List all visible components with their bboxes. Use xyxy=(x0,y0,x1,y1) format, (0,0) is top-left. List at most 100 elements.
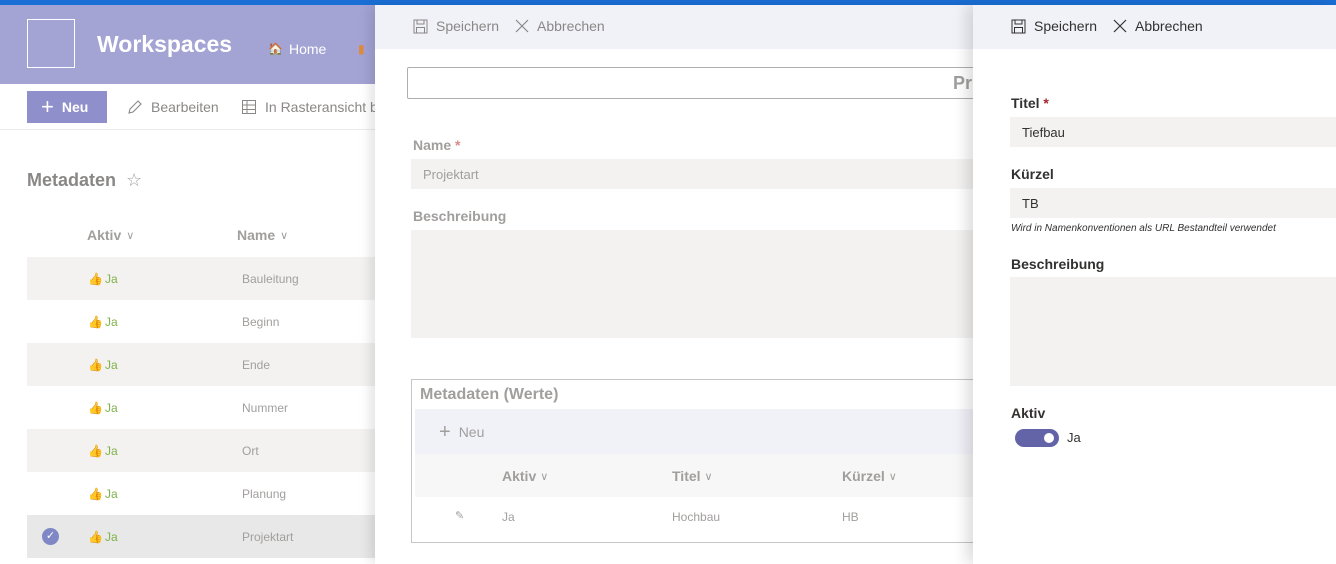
edit-button[interactable]: Bearbeiten xyxy=(127,99,219,115)
column-header-titel[interactable]: Titel ∨ xyxy=(672,468,713,484)
name-cell[interactable]: Ort xyxy=(242,444,259,458)
active-cell: 👍 Ja xyxy=(88,530,118,544)
list-row-selected[interactable]: ✓ 👍 Ja Projektart xyxy=(27,515,375,558)
active-cell: 👍 Ja xyxy=(88,315,118,329)
active-value: Ja xyxy=(104,444,118,458)
site-logo[interactable] xyxy=(27,19,75,68)
metadata-new-button[interactable]: + Neu xyxy=(439,422,484,442)
name-input[interactable]: Projektart xyxy=(411,159,973,189)
aktiv-field-label: Aktiv xyxy=(1011,405,1046,421)
name-cell[interactable]: Planung xyxy=(242,487,286,501)
list-row[interactable]: 👍 Ja Beginn xyxy=(27,300,375,343)
checkmark-icon[interactable]: ✓ xyxy=(42,528,59,545)
chevron-down-icon: ∨ xyxy=(888,470,897,483)
list-title-text: Metadaten xyxy=(27,170,117,190)
name-cell[interactable]: Projektart xyxy=(242,530,293,544)
name-cell[interactable]: Nummer xyxy=(242,401,288,415)
list-command-bar: + Neu Bearbeiten In Rasteransicht b xyxy=(0,84,378,130)
chevron-down-icon: ∨ xyxy=(126,229,135,242)
metadata-new-label: Neu xyxy=(458,424,485,440)
table-row[interactable]: ✎ Ja Hochbau HB xyxy=(415,497,982,537)
active-value: Ja xyxy=(104,530,118,544)
column-header-aktiv[interactable]: Aktiv ∨ xyxy=(502,468,548,484)
metadata-command-bar: + Neu xyxy=(415,409,982,454)
kuerzel-hint: Wird in Namenkonventionen als URL Bestan… xyxy=(1011,223,1276,234)
description-input[interactable] xyxy=(411,230,973,338)
nav-home-label: Home xyxy=(288,41,327,57)
site-header: Workspaces 🏠 Home ▮ xyxy=(0,5,375,84)
thumbs-up-icon: 👍 xyxy=(88,315,103,329)
active-value: Ja xyxy=(104,315,118,329)
name-cell[interactable]: Bauleitung xyxy=(242,272,299,286)
kuerzel-input[interactable]: TB xyxy=(1010,188,1336,218)
column-header-kuerzel[interactable]: Kürzel ∨ xyxy=(842,468,897,484)
list-row[interactable]: 👍 Ja Bauleitung xyxy=(27,257,375,300)
column-header-aktiv[interactable]: Aktiv ∨ xyxy=(87,227,134,243)
site-title[interactable]: Workspaces xyxy=(97,31,232,58)
new-button[interactable]: + Neu xyxy=(27,91,107,123)
active-cell: 👍 Ja xyxy=(88,444,118,458)
titel-cell: Hochbau xyxy=(672,510,721,524)
aktiv-toggle[interactable] xyxy=(1015,429,1059,447)
description-field-label: Beschreibung xyxy=(1011,256,1105,272)
kuerzel-field-label: Kürzel xyxy=(1011,166,1054,182)
cancel-button[interactable]: Abbrechen xyxy=(1113,18,1203,34)
panel-command-bar: Speichern Abbrechen xyxy=(973,5,1336,49)
thumbs-up-icon: 👍 xyxy=(88,358,103,372)
active-cell: 👍 Ja xyxy=(88,487,118,501)
list-row[interactable]: 👍 Ja Planung xyxy=(27,472,375,515)
active-value: Ja xyxy=(104,487,118,501)
active-value: Ja xyxy=(104,272,118,286)
active-value: Ja xyxy=(104,401,118,415)
cancel-label: Abbrechen xyxy=(1135,18,1203,34)
chevron-down-icon: ∨ xyxy=(704,470,713,483)
save-icon xyxy=(1011,19,1026,33)
list-row[interactable]: 👍 Ja Nummer xyxy=(27,386,375,429)
name-cell[interactable]: Beginn xyxy=(242,315,279,329)
column-header-label: Titel xyxy=(672,468,701,484)
thumbs-up-icon: 👍 xyxy=(88,444,103,458)
titel-field-label: Titel * xyxy=(1011,95,1049,111)
column-header-name[interactable]: Name ∨ xyxy=(237,227,288,243)
list-row[interactable]: 👍 Ja Ende xyxy=(27,343,375,386)
nav-extra-icon[interactable]: ▮ xyxy=(358,42,368,56)
description-input[interactable] xyxy=(1010,277,1336,386)
edit-row-icon[interactable]: ✎ xyxy=(455,509,464,522)
list-row[interactable]: 👍 Ja Ort xyxy=(27,429,375,472)
save-button[interactable]: Speichern xyxy=(1011,18,1097,34)
required-marker: * xyxy=(1043,95,1049,111)
active-cell: 👍 Ja xyxy=(88,358,118,372)
toggle-knob xyxy=(1044,433,1054,443)
favorite-star-icon[interactable]: ☆ xyxy=(126,170,142,191)
titel-label-text: Titel xyxy=(1011,95,1040,111)
thumbs-up-icon: 👍 xyxy=(88,487,103,501)
grid-view-button[interactable]: In Rasteransicht b xyxy=(241,99,378,115)
active-cell: 👍 Ja xyxy=(88,401,118,415)
pencil-icon xyxy=(128,100,142,114)
description-field-label: Beschreibung xyxy=(413,208,507,224)
plus-icon: + xyxy=(439,421,451,443)
cancel-button[interactable]: Abbrechen xyxy=(515,18,605,34)
chevron-down-icon: ∨ xyxy=(280,229,289,242)
cancel-label: Abbrechen xyxy=(537,18,605,34)
close-icon xyxy=(515,19,529,33)
titel-input[interactable]: Tiefbau xyxy=(1010,117,1336,147)
list-title: Metadaten ☆ xyxy=(27,170,142,191)
name-field-label: Name * xyxy=(413,137,460,153)
name-cell[interactable]: Ende xyxy=(242,358,270,372)
name-label-text: Name xyxy=(413,137,452,153)
home-icon: 🏠 xyxy=(268,42,283,56)
edit-panel-projektart: Speichern Abbrechen Pr Name * Projektart… xyxy=(375,5,987,564)
close-icon xyxy=(1113,19,1127,33)
panel-command-bar: Speichern Abbrechen xyxy=(375,5,973,49)
new-button-label: Neu xyxy=(61,99,89,115)
save-button[interactable]: Speichern xyxy=(413,18,499,34)
panel-title-box: Pr xyxy=(407,67,987,99)
active-cell: 👍 Ja xyxy=(88,272,118,286)
panel-title-text: Pr xyxy=(952,73,972,93)
chevron-down-icon: ∨ xyxy=(540,470,549,483)
aktiv-cell: Ja xyxy=(502,510,515,524)
save-label: Speichern xyxy=(436,18,500,34)
edit-panel-value: Speichern Abbrechen Titel * Tiefbau Kürz… xyxy=(973,5,1336,564)
nav-home-link[interactable]: 🏠 Home xyxy=(268,41,326,57)
